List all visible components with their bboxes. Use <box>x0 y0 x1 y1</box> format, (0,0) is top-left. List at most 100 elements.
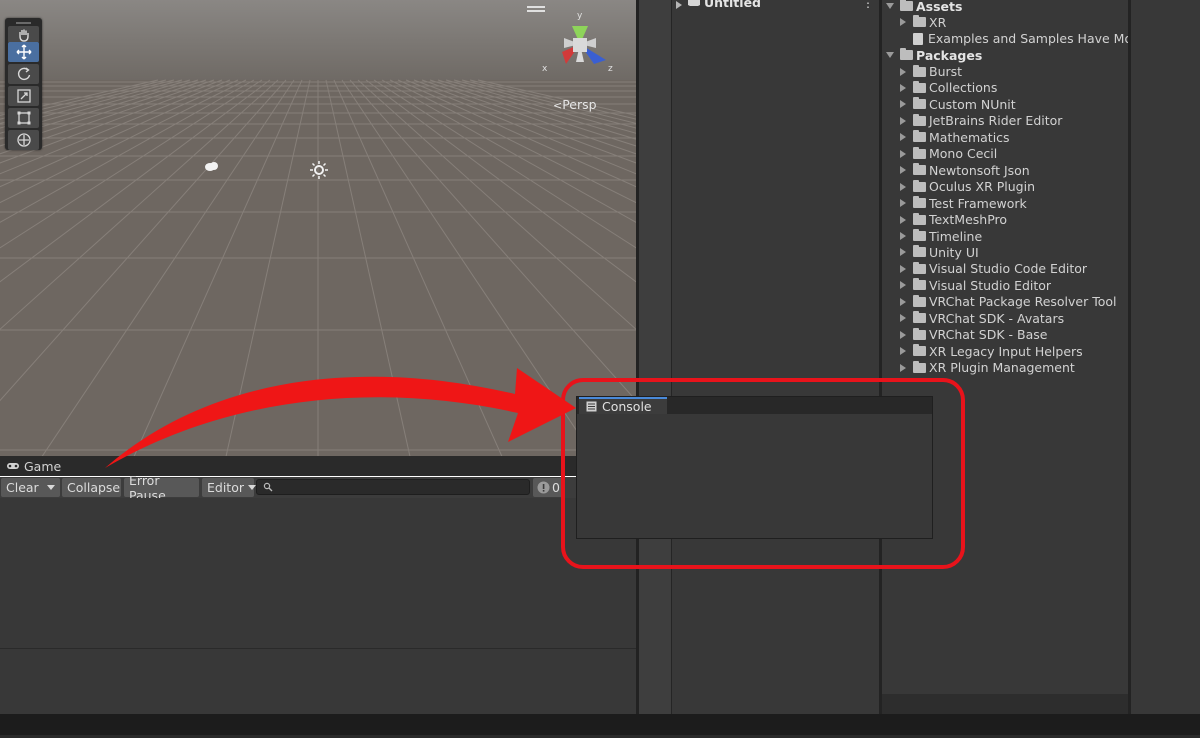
folder-icon <box>913 163 926 176</box>
package-item[interactable]: VRChat SDK - Avatars <box>900 310 1064 326</box>
packages-root[interactable]: Packages <box>886 47 982 63</box>
chevron-right-icon[interactable] <box>900 347 906 356</box>
assets-item-label: Examples and Samples Have Mov <box>928 31 1140 46</box>
palette-grip-icon[interactable] <box>16 22 31 24</box>
package-item[interactable]: Burst <box>900 64 962 80</box>
chevron-right-icon[interactable] <box>900 248 906 257</box>
folder-icon <box>913 245 926 258</box>
error-pause-button[interactable]: Error Pause <box>124 473 199 503</box>
file-icon <box>913 32 923 45</box>
console-log-area[interactable] <box>0 498 636 648</box>
package-item[interactable]: Oculus XR Plugin <box>900 179 1035 195</box>
editor-label: Editor <box>207 480 244 495</box>
package-item[interactable]: VRChat Package Resolver Tool <box>900 294 1117 310</box>
package-item[interactable]: XR Plugin Management <box>900 360 1075 376</box>
folder-icon <box>913 327 926 340</box>
unity-scene-icon <box>688 0 700 6</box>
package-item-label: TextMeshPro <box>929 212 1008 228</box>
package-item[interactable]: Unity UI <box>900 244 979 260</box>
package-item-label: XR Legacy Input Helpers <box>929 343 1083 359</box>
gizmo-y-label: y <box>577 11 583 21</box>
chevron-right-icon[interactable] <box>900 182 906 191</box>
chevron-right-icon[interactable] <box>900 166 906 175</box>
rotate-tool-button[interactable] <box>8 64 39 84</box>
perspective-toggle[interactable]: <Persp <box>553 97 597 112</box>
move-tool-button[interactable] <box>8 42 39 62</box>
package-item[interactable]: XR Legacy Input Helpers <box>900 343 1083 359</box>
package-item[interactable]: Visual Studio Editor <box>900 277 1051 293</box>
folder-open-icon <box>900 48 913 60</box>
chevron-right-icon[interactable] <box>900 83 906 92</box>
chevron-down-icon[interactable] <box>886 52 894 58</box>
folder-icon <box>913 294 926 307</box>
clear-button[interactable]: Clear <box>1 478 60 497</box>
assets-root[interactable]: Assets <box>886 0 962 14</box>
chevron-right-icon[interactable] <box>900 215 906 224</box>
collapse-button[interactable]: Collapse <box>62 478 121 497</box>
transform-tool-button[interactable] <box>8 130 39 150</box>
folder-icon <box>913 146 926 159</box>
folder-icon <box>913 229 926 241</box>
tab-game[interactable]: Game <box>0 456 116 476</box>
folder-icon <box>913 97 926 110</box>
scene-expand-icon[interactable] <box>676 0 684 9</box>
scale-tool-button[interactable] <box>8 86 39 106</box>
package-item[interactable]: Timeline <box>900 228 982 244</box>
scale-tool-icon <box>16 89 31 103</box>
package-item[interactable]: VRChat SDK - Base <box>900 327 1047 343</box>
package-item[interactable]: Mathematics <box>900 129 1010 145</box>
chevron-right-icon[interactable] <box>900 314 906 323</box>
chevron-right-icon[interactable] <box>900 100 906 109</box>
callout-highlight <box>561 378 965 569</box>
package-item[interactable]: Collections <box>900 80 997 96</box>
package-item[interactable]: Newtonsoft Json <box>900 162 1030 178</box>
clear-label: Clear <box>6 480 39 495</box>
chevron-right-icon[interactable] <box>900 67 906 76</box>
folder-icon <box>913 311 926 324</box>
collapse-label: Collapse <box>67 480 121 495</box>
scene-view[interactable]: y x z <Persp <box>0 0 636 456</box>
more-options-icon[interactable]: ⋮ <box>862 0 874 10</box>
chevron-right-icon[interactable] <box>900 18 906 26</box>
rect-tool-icon <box>17 111 30 125</box>
rect-tool-button[interactable] <box>8 108 39 128</box>
project-panel[interactable]: Assets XR Examples and Samples Have Mov P… <box>882 0 1140 714</box>
hierarchy-panel[interactable] <box>671 0 880 714</box>
editor-dropdown[interactable]: Editor <box>202 478 256 497</box>
project-footer <box>882 694 1130 714</box>
chevron-right-icon[interactable] <box>900 199 906 208</box>
hand-tool-button[interactable] <box>8 26 39 43</box>
chevron-right-icon[interactable] <box>900 133 906 142</box>
chevron-right-icon[interactable] <box>900 281 906 290</box>
package-item[interactable]: Test Framework <box>900 195 1027 211</box>
scene-name[interactable]: Untitled <box>704 0 761 10</box>
chevron-right-icon[interactable] <box>900 232 906 240</box>
package-item[interactable]: Mono Cecil <box>900 146 997 162</box>
assets-item[interactable]: Examples and Samples Have Mov <box>900 31 1140 47</box>
side-strip <box>639 0 671 714</box>
chevron-right-icon[interactable] <box>900 297 906 306</box>
gamepad-icon <box>7 463 19 469</box>
assets-label: Assets <box>916 0 963 14</box>
chevron-right-icon[interactable] <box>900 330 906 339</box>
folder-icon <box>913 113 926 126</box>
gizmo-x-label: x <box>542 64 548 74</box>
chevron-right-icon[interactable] <box>900 264 906 273</box>
orientation-gizmo-icon[interactable]: y x z <box>538 8 618 78</box>
package-item-label: Newtonsoft Json <box>929 162 1030 178</box>
package-item[interactable]: JetBrains Rider Editor <box>900 113 1062 129</box>
package-item[interactable]: Visual Studio Code Editor <box>900 261 1087 277</box>
chevron-right-icon[interactable] <box>900 149 906 158</box>
folder-icon <box>913 344 926 357</box>
move-tool-icon <box>16 44 31 60</box>
package-item[interactable]: Custom NUnit <box>900 96 1016 112</box>
package-item-label: Visual Studio Code Editor <box>929 261 1088 277</box>
console-search-input[interactable] <box>256 479 530 495</box>
package-item[interactable]: TextMeshPro <box>900 212 1007 228</box>
chevron-right-icon[interactable] <box>900 116 906 125</box>
packages-label: Packages <box>916 47 983 63</box>
chevron-right-icon[interactable] <box>900 363 906 372</box>
assets-item[interactable]: XR <box>900 14 946 30</box>
clear-dropdown-icon[interactable] <box>46 485 55 490</box>
chevron-down-icon[interactable] <box>886 3 894 9</box>
